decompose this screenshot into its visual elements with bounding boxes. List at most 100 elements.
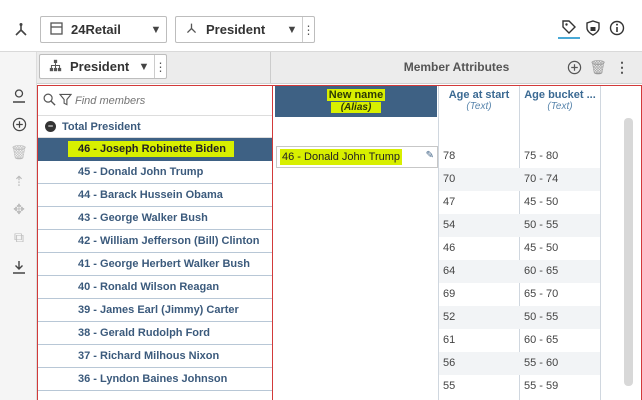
- age-start-cell[interactable]: 64: [439, 260, 455, 283]
- dimension-dropdown[interactable]: 24Retail ▼: [40, 16, 167, 43]
- age-start-cell[interactable]: 69: [439, 283, 455, 306]
- member-header: President ▼ ⋮: [37, 52, 271, 84]
- chevron-down-icon: ▼: [138, 60, 150, 73]
- tree-item-label: 39 - James Earl (Jimmy) Carter: [78, 304, 239, 316]
- age-bucket-cell[interactable]: 65 - 70: [520, 283, 558, 306]
- tree-item-label: 36 - Lyndon Baines Johnson: [78, 373, 228, 385]
- copy-icon: ⧉: [14, 228, 24, 245]
- tree-item[interactable]: 41 - George Herbert Walker Bush: [38, 253, 272, 276]
- alias-edit-cell[interactable]: 46 - Donald John Trump ✎: [276, 146, 438, 168]
- age-start-cell[interactable]: 52: [439, 306, 455, 329]
- hierarchy-icon: [180, 22, 202, 38]
- tree-root-label: Total President: [62, 120, 141, 133]
- tree-item[interactable]: 40 - Ronald Wilson Reagan: [38, 276, 272, 299]
- age-bucket-cell[interactable]: 55 - 59: [520, 375, 558, 398]
- column-title: Age bucket ...: [524, 89, 596, 101]
- hierarchy-icon[interactable]: [12, 21, 30, 39]
- tree-item[interactable]: 46 - Joseph Robinette Biden: [38, 138, 272, 161]
- tree-item-label: 45 - Donald John Trump: [78, 166, 204, 178]
- pencil-icon[interactable]: ✎: [426, 150, 434, 161]
- tree-item-label: 40 - Ronald Wilson Reagan: [78, 281, 220, 293]
- search-icon: [41, 93, 57, 109]
- kebab-icon[interactable]: ⋮: [614, 59, 630, 75]
- hierarchy-dropdown[interactable]: President ▼ ⋮: [175, 16, 315, 43]
- column-title: New name: [326, 89, 386, 101]
- age-bucket-cell[interactable]: 60 - 65: [520, 329, 558, 352]
- column-title: Age at start: [448, 89, 510, 101]
- age-start-cell[interactable]: 54: [439, 214, 455, 237]
- tree-item[interactable]: 37 - Richard Milhous Nixon: [38, 345, 272, 368]
- tree-item-label: 42 - William Jefferson (Bill) Clinton: [78, 235, 260, 247]
- attribute-actions: 🗑 ⋮: [566, 59, 630, 75]
- age-start-cell[interactable]: 70: [439, 168, 455, 191]
- age-bucket-cell[interactable]: 60 - 65: [520, 260, 558, 283]
- tree-item[interactable]: 39 - James Earl (Jimmy) Carter: [38, 299, 272, 322]
- member-tree: − Total President 46 - Joseph Robinette …: [37, 85, 273, 400]
- tree-item[interactable]: 42 - William Jefferson (Bill) Clinton: [38, 230, 272, 253]
- search-input[interactable]: [75, 94, 255, 107]
- tree-item[interactable]: 44 - Barack Hussein Obama: [38, 184, 272, 207]
- add-icon[interactable]: [566, 59, 582, 75]
- age-bucket-cell[interactable]: 45 - 50: [520, 191, 558, 214]
- tree-item[interactable]: 38 - Gerald Rudolph Ford: [38, 322, 272, 345]
- kebab-icon[interactable]: ⋮: [154, 55, 167, 78]
- tree-item[interactable]: 45 - Donald John Trump: [38, 161, 272, 184]
- age-bucket-cell[interactable]: 55 - 60: [520, 352, 558, 375]
- dimension-dropdown-label: 24Retail: [71, 22, 121, 37]
- age-bucket-cell[interactable]: 50 - 55: [520, 214, 558, 237]
- user-icon[interactable]: [10, 87, 28, 105]
- age-start-cell[interactable]: 78: [439, 145, 455, 168]
- attribute-grid: New name (Alias) Age at start (Text) Age…: [273, 85, 642, 400]
- info-icon[interactable]: [608, 19, 626, 37]
- column-subtitle: (Text): [547, 101, 573, 112]
- top-toolbar: 24Retail ▼ President ▼ ⋮: [0, 0, 642, 52]
- tree-item-label: 43 - George Walker Bush: [78, 212, 208, 224]
- member-hierarchy-dropdown[interactable]: President ▼ ⋮: [39, 54, 167, 79]
- collapse-icon[interactable]: −: [45, 121, 56, 132]
- tree-root[interactable]: − Total President: [38, 116, 272, 138]
- column-subtitle: (Text): [466, 101, 492, 112]
- tree-item-label: 44 - Barack Hussein Obama: [78, 189, 223, 201]
- trash-icon: 🗑: [10, 143, 28, 160]
- left-icon-rail: 🗑 ⇡ ✥ ⧉: [0, 52, 37, 400]
- age-bucket-cell[interactable]: 70 - 74: [520, 168, 558, 191]
- promote-icon: ⇡: [13, 172, 25, 189]
- column-header-age-bucket[interactable]: Age bucket ... (Text): [519, 86, 601, 117]
- add-icon[interactable]: [10, 115, 28, 133]
- vertical-scrollbar[interactable]: [624, 118, 633, 386]
- move-icon: ✥: [13, 200, 25, 217]
- age-start-cell[interactable]: 46: [439, 237, 455, 260]
- column-header-new-name[interactable]: New name (Alias): [275, 86, 437, 117]
- tree-item[interactable]: 43 - George Walker Bush: [38, 207, 272, 230]
- age-bucket-cell[interactable]: 75 - 80: [520, 145, 558, 168]
- member-hierarchy-label: President: [70, 59, 130, 74]
- attributes-header: Member Attributes 🗑 ⋮: [271, 52, 642, 84]
- tree-item-label: 38 - Gerald Rudolph Ford: [78, 327, 211, 339]
- kebab-icon[interactable]: ⋮: [302, 17, 315, 42]
- chevron-down-icon: ▼: [150, 23, 162, 36]
- age-bucket-cell[interactable]: 45 - 50: [520, 237, 558, 260]
- tree-item-label: 41 - George Herbert Walker Bush: [78, 258, 250, 270]
- alias-edit-value: 46 - Donald John Trump: [280, 149, 403, 165]
- age-start-cell[interactable]: 56: [439, 352, 455, 375]
- tree-item-label: 46 - Joseph Robinette Biden: [68, 141, 234, 157]
- hierarchy-icon: [44, 59, 66, 75]
- lock-icon[interactable]: [584, 19, 602, 37]
- trash-icon[interactable]: 🗑: [589, 59, 607, 75]
- column-divider: [600, 86, 601, 400]
- chevron-down-icon: ▼: [286, 23, 298, 36]
- hierarchy-dropdown-label: President: [206, 22, 266, 37]
- age-start-cell[interactable]: 61: [439, 329, 455, 352]
- tree-item-label: 37 - Richard Milhous Nixon: [78, 350, 220, 362]
- table-icon: [45, 21, 67, 38]
- member-search: [38, 86, 272, 116]
- age-bucket-cell[interactable]: 50 - 55: [520, 306, 558, 329]
- download-icon[interactable]: [10, 258, 28, 276]
- tree-item[interactable]: 36 - Lyndon Baines Johnson: [38, 368, 272, 391]
- tag-icon[interactable]: [558, 17, 580, 39]
- column-subtitle: (Alias): [330, 102, 382, 113]
- filter-icon[interactable]: [57, 93, 73, 109]
- age-start-cell[interactable]: 47: [439, 191, 455, 214]
- column-header-age-start[interactable]: Age at start (Text): [439, 86, 519, 117]
- age-start-cell[interactable]: 55: [439, 375, 455, 398]
